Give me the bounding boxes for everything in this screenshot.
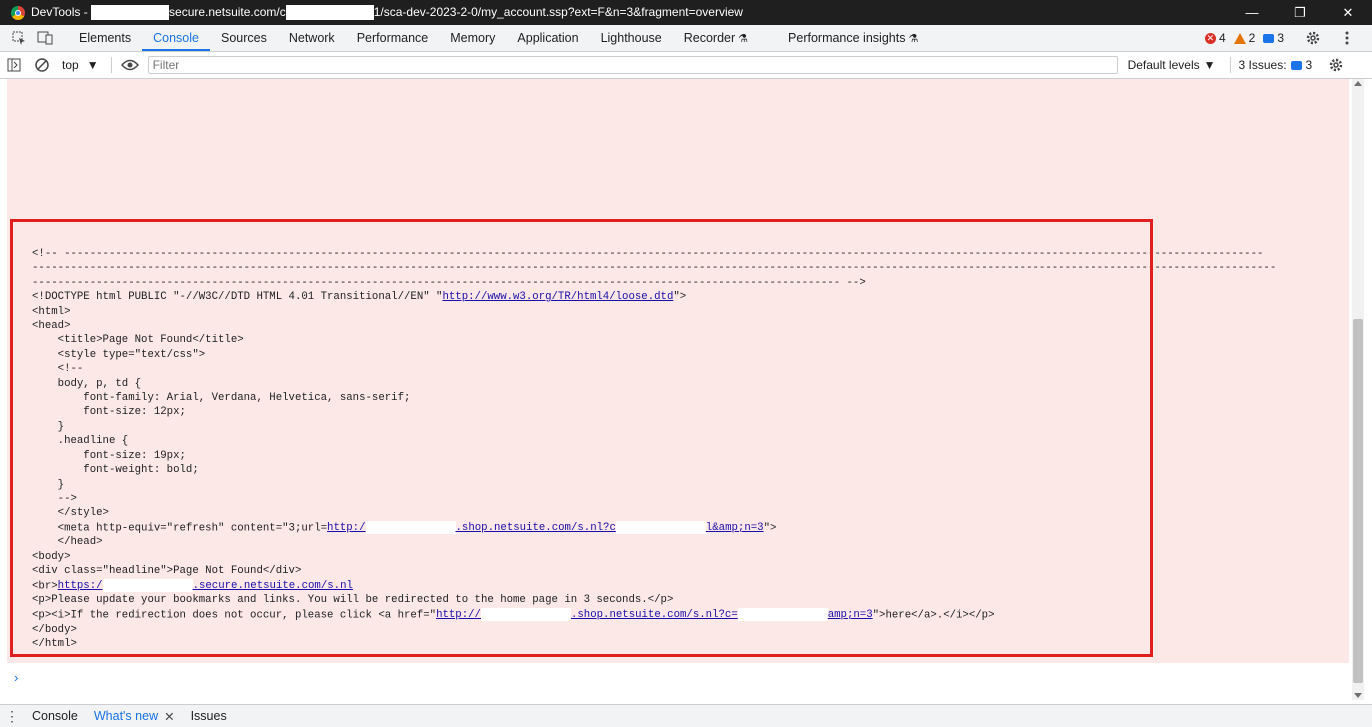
drawer-tab-console[interactable]: Console [24,709,86,723]
redacted-region [285,5,374,21]
drawer-tab-issues[interactable]: Issues [183,709,235,723]
redacted-region [737,607,828,621]
log-levels-dropdown[interactable]: Default levels ▼ [1128,58,1216,72]
console-settings-gear-icon[interactable] [1322,52,1350,78]
message-icon [1263,33,1275,43]
redacted-region [480,607,571,621]
tab-network[interactable]: Network [278,25,346,51]
devtools-tabbar: Elements Console Sources Network Perform… [0,25,1372,52]
dtd-link[interactable]: http://www.w3.org/TR/html4/loose.dtd [442,291,673,303]
console-toolbar: top▼ Default levels▼ 3 Issues:3 [0,52,1372,79]
minimize-button[interactable]: — [1228,0,1276,25]
filter-input[interactable] [147,56,1118,74]
inspect-element-icon[interactable] [6,25,32,51]
close-tab-icon[interactable]: ✕ [164,709,174,724]
tab-console[interactable]: Console [142,25,210,51]
chevron-down-icon: ▼ [1203,58,1216,72]
tab-lighthouse[interactable]: Lighthouse [590,25,673,51]
redacted-region [91,5,170,21]
redacted-region [615,520,706,534]
device-toolbar-icon[interactable] [32,25,58,51]
refresh-url-link[interactable]: http:/.shop.netsuite.com/s.nl?c l&amp;n=3 [327,520,764,534]
tab-application[interactable]: Application [506,25,589,51]
chrome-logo-icon [11,5,25,20]
tab-elements[interactable]: Elements [68,25,142,51]
close-window-button[interactable]: ✕ [1324,0,1372,25]
more-options-icon[interactable] [1334,25,1360,51]
scroll-down-arrow-icon[interactable] [1354,693,1362,698]
warning-icon [1233,32,1246,44]
console-prompt-icon[interactable]: › [14,670,18,685]
context-selector[interactable]: top ▼ [62,58,99,72]
message-counter[interactable]: 3 [1263,31,1284,45]
tab-recorder[interactable]: Recorder ⚗ [673,25,759,51]
console-output: <!-- -----------------------------------… [0,79,1352,700]
drawer-menu-icon[interactable]: ⋮ [0,708,24,725]
error-icon: ✕ [1204,32,1216,44]
message-icon [1290,60,1302,70]
redacted-region [102,578,193,592]
window-title: DevTools - secure.netsuite.com/c 1/sca-de… [31,4,743,21]
scroll-up-arrow-icon[interactable] [1354,81,1362,86]
live-expression-eye-icon[interactable] [116,52,144,78]
tab-performance-insights[interactable]: Performance insights ⚗ [777,25,929,51]
drawer-tab-whats-new[interactable]: What's new ✕ [86,709,183,724]
tab-memory[interactable]: Memory [439,25,506,51]
redirect-link[interactable]: http://.shop.netsuite.com/s.nl?c= amp;n=3 [436,607,873,621]
tab-sources[interactable]: Sources [210,25,278,51]
settings-gear-icon[interactable] [1300,25,1326,51]
scrollbar-thumb[interactable] [1353,319,1363,683]
window-titlebar: DevTools - secure.netsuite.com/c 1/sca-de… [0,0,1372,25]
error-counter[interactable]: ✕ 4 [1204,31,1226,45]
redacted-region [365,520,456,534]
flask-icon: ⚗ [908,33,919,45]
issues-button[interactable]: 3 Issues: 3 [1229,57,1312,73]
sidebar-toggle-icon[interactable] [0,52,28,78]
chevron-down-icon: ▼ [86,58,99,72]
flask-icon: ⚗ [738,33,749,45]
restore-button[interactable]: ❐ [1276,0,1324,25]
divider [110,57,112,73]
secure-netsuite-link[interactable]: https:/.secure.netsuite.com/s.nl [58,578,353,592]
clear-console-icon[interactable] [28,52,56,78]
bottom-drawer: ⋮ Console What's new ✕ Issues [0,704,1372,727]
console-scrollbar[interactable] [1352,79,1364,700]
tab-performance[interactable]: Performance [346,25,440,51]
error-html-source: <!-- -----------------------------------… [32,248,1277,650]
warning-counter[interactable]: 2 [1233,31,1255,45]
